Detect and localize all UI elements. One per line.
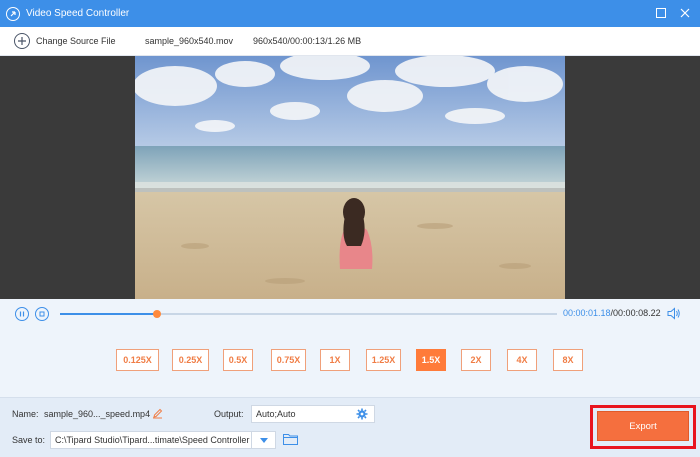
speed-option-1x[interactable]: 1X [320,349,350,371]
toolbar: Change Source File sample_960x540.mov 96… [0,27,700,56]
output-name-value: sample_960..._speed.mp4 [44,409,151,419]
time-readout: 00:00:01.18/00:00:08.22 [563,308,661,318]
video-preview-area [0,56,700,299]
window-title: Video Speed Controller [26,8,130,19]
plus-icon [14,33,30,49]
playback-controls: 00:00:01.18/00:00:08.22 [0,299,700,329]
chevron-down-icon [259,437,268,443]
speed-option-0-25x[interactable]: 0.25X [172,349,209,371]
title-bar: Video Speed Controller [0,0,700,27]
beach-scene-image [135,56,565,299]
speed-option-1-25x[interactable]: 1.25X [366,349,401,371]
save-to-label: Save to: [12,435,46,445]
video-frame [135,56,565,299]
edit-name-icon[interactable] [152,408,163,421]
source-file-meta: 960x540/00:00:13/1.26 MB [253,36,362,46]
save-path-value: C:\Tipard Studio\Tipard...timate\Speed C… [55,435,250,445]
maximize-button[interactable] [654,6,668,20]
stop-button[interactable] [35,307,49,321]
source-file-name: sample_960x540.mov [145,36,234,46]
speed-options: 0.125X 0.25X 0.5X 0.75X 1X 1.25X 1.5X 2X 4X 8X [0,329,700,397]
settings-gear-icon[interactable] [356,408,368,422]
progress-fill [60,313,157,315]
export-button[interactable]: Export [597,411,689,441]
speed-option-8x[interactable]: 8X [553,349,583,371]
speed-option-2x[interactable]: 2X [461,349,491,371]
speed-option-1-5x[interactable]: 1.5X [416,349,446,371]
progress-handle[interactable] [153,310,161,318]
pause-icon [19,311,25,317]
speed-option-0-5x[interactable]: 0.5X [223,349,253,371]
speed-option-4x[interactable]: 4X [507,349,537,371]
output-label: Output: [214,409,244,419]
save-path-dropdown[interactable] [251,432,275,448]
volume-icon[interactable] [667,307,681,322]
output-format-value: Auto;Auto [256,409,296,419]
stop-icon [39,311,45,317]
save-path-field[interactable]: C:\Tipard Studio\Tipard...timate\Speed C… [50,431,276,449]
app-logo-icon [6,6,20,21]
progress-track[interactable] [60,310,557,318]
open-folder-icon[interactable] [283,433,298,447]
current-time: 00:00:01.18 [563,308,611,318]
total-time: /00:00:08.22 [610,308,661,318]
speed-option-0-75x[interactable]: 0.75X [271,349,306,371]
speed-option-0-125x[interactable]: 0.125X [116,349,159,371]
pause-button[interactable] [15,307,29,321]
change-source-label: Change Source File [36,36,116,46]
close-button[interactable] [678,6,692,20]
change-source-file-button[interactable]: Change Source File [14,33,116,49]
output-format-field[interactable]: Auto;Auto [251,405,375,423]
name-label: Name: [12,409,39,419]
